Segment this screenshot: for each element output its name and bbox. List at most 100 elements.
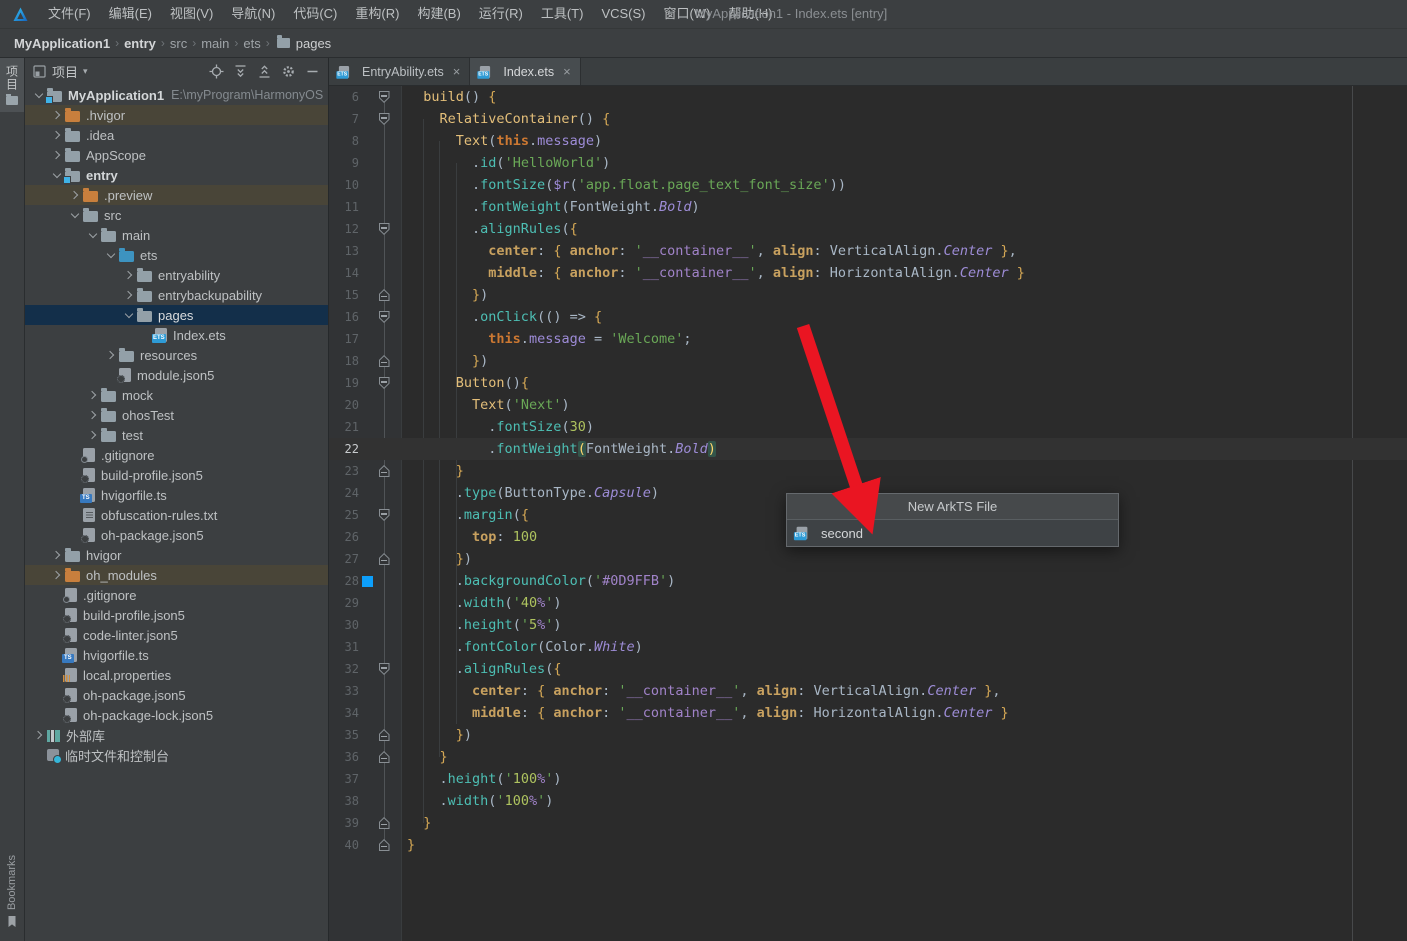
code-line-14[interactable]: 14 middle: { anchor: '__container__', al… [329,262,1407,284]
tree-item-hvigorfile.ts[interactable]: hvigorfile.ts [25,485,328,505]
color-swatch[interactable] [361,575,373,587]
tree-item-entry[interactable]: entry [25,165,328,185]
fold-marker-icon[interactable] [378,839,390,851]
chevron-right-icon[interactable] [31,732,47,738]
code-line-11[interactable]: 11 .fontWeight(FontWeight.Bold) [329,196,1407,218]
project-panel-title[interactable]: 项目 [52,62,78,81]
chevron-right-icon[interactable] [121,292,137,298]
menu-item-T[interactable]: 工具(T) [532,0,593,28]
fold-marker-icon[interactable] [378,113,390,125]
code-line-40[interactable]: 40} [329,834,1407,856]
tree-item-build-profile.json5[interactable]: build-profile.json5 [25,465,328,485]
fold-marker-icon[interactable] [378,751,390,763]
fold-marker-icon[interactable] [378,817,390,829]
code-line-29[interactable]: 29 .width('40%') [329,592,1407,614]
tree-item-entryability[interactable]: entryability [25,265,328,285]
hide-panel-button[interactable] [305,64,320,79]
code-line-31[interactable]: 31 .fontColor(Color.White) [329,636,1407,658]
fold-marker-icon[interactable] [378,465,390,477]
chevron-down-icon[interactable] [85,234,101,237]
fold-marker-icon[interactable] [378,509,390,521]
popup-item-second[interactable]: second [787,520,1118,546]
code-line-12[interactable]: 12 .alignRules({ [329,218,1407,240]
code-line-21[interactable]: 21 .fontSize(30) [329,416,1407,438]
tree-item-src[interactable]: src [25,205,328,225]
code-line-37[interactable]: 37 .height('100%') [329,768,1407,790]
chevron-right-icon[interactable] [121,272,137,278]
stripe-button-project[interactable]: 项目 [0,58,24,112]
code-line-17[interactable]: 17 this.message = 'Welcome'; [329,328,1407,350]
fold-marker-icon[interactable] [378,91,390,103]
code-line-32[interactable]: 32 .alignRules({ [329,658,1407,680]
chevron-right-icon[interactable] [49,132,65,138]
menu-item-VCSS[interactable]: VCS(S) [592,0,654,28]
chevron-down-icon[interactable] [67,214,83,217]
breadcrumb-item-src[interactable]: src [170,36,187,51]
tree-item-code-linter.json5[interactable]: code-linter.json5 [25,625,328,645]
tree-item-oh-package.json5[interactable]: oh-package.json5 [25,525,328,545]
tree-item-.gitignore[interactable]: .gitignore [25,445,328,465]
menu-item-N[interactable]: 导航(N) [222,0,284,28]
fold-marker-icon[interactable] [378,289,390,301]
menu-item-F[interactable]: 文件(F) [39,0,100,28]
tree-item-MyApplication1[interactable]: MyApplication1 E:\myProgram\HarmonyOS [25,85,328,105]
breadcrumb-item-ets[interactable]: ets [243,36,260,51]
tree-item-oh-package.json5[interactable]: oh-package.json5 [25,685,328,705]
code-line-22[interactable]: 22 .fontWeight(FontWeight.Bold) [329,438,1407,460]
code-line-10[interactable]: 10 .fontSize($r('app.float.page_text_fon… [329,174,1407,196]
tab-EntryAbility.ets[interactable]: EntryAbility.ets × [329,58,471,85]
code-line-38[interactable]: 38 .width('100%') [329,790,1407,812]
chevron-right-icon[interactable] [49,112,65,118]
tree-item-hvigor[interactable]: hvigor [25,545,328,565]
code-line-30[interactable]: 30 .height('5%') [329,614,1407,636]
tab-Index.ets[interactable]: Index.ets × [470,58,581,85]
chevron-right-icon[interactable] [67,192,83,198]
tree-item-entrybackupability[interactable]: entrybackupability [25,285,328,305]
fold-marker-icon[interactable] [378,663,390,675]
code-line-20[interactable]: 20 Text('Next') [329,394,1407,416]
code-line-33[interactable]: 33 center: { anchor: '__container__', al… [329,680,1407,702]
chevron-right-icon[interactable] [85,432,101,438]
tree-item-外部库[interactable]: 外部库 [25,725,328,745]
chevron-right-icon[interactable] [85,392,101,398]
code-line-15[interactable]: 15 }) [329,284,1407,306]
tree-item-main[interactable]: main [25,225,328,245]
tree-item-pages[interactable]: pages [25,305,328,325]
breadcrumb-item-pages[interactable]: pages [296,36,331,51]
code-line-35[interactable]: 35 }) [329,724,1407,746]
close-tab-icon[interactable]: × [563,65,571,78]
code-line-34[interactable]: 34 middle: { anchor: '__container__', al… [329,702,1407,724]
fold-marker-icon[interactable] [378,553,390,565]
code-line-16[interactable]: 16 .onClick(() => { [329,306,1407,328]
menu-item-R[interactable]: 运行(R) [470,0,532,28]
close-tab-icon[interactable]: × [453,65,461,78]
chevron-down-icon[interactable]: ▾ [83,66,88,77]
stripe-button-bookmarks[interactable]: Bookmarks [0,848,24,935]
code-line-9[interactable]: 9 .id('HelloWorld') [329,152,1407,174]
menu-item-B[interactable]: 构建(B) [408,0,469,28]
chevron-right-icon[interactable] [49,552,65,558]
code-line-6[interactable]: 6 build() { [329,86,1407,108]
chevron-right-icon[interactable] [103,352,119,358]
tree-item-resources[interactable]: resources [25,345,328,365]
chevron-right-icon[interactable] [49,572,65,578]
collapse-all-button[interactable] [257,64,272,79]
menu-item-E[interactable]: 编辑(E) [100,0,161,28]
chevron-down-icon[interactable] [103,254,119,257]
menu-item-V[interactable]: 视图(V) [161,0,222,28]
code-line-19[interactable]: 19 Button(){ [329,372,1407,394]
tree-item-oh_modules[interactable]: oh_modules [25,565,328,585]
tree-item-obfuscation-rules.txt[interactable]: obfuscation-rules.txt [25,505,328,525]
tree-item-.preview[interactable]: .preview [25,185,328,205]
code-line-13[interactable]: 13 center: { anchor: '__container__', al… [329,240,1407,262]
locate-file-button[interactable] [209,64,224,79]
tree-item-临时文件和控制台[interactable]: 临时文件和控制台 [25,745,328,765]
code-line-7[interactable]: 7 RelativeContainer() { [329,108,1407,130]
expand-all-button[interactable] [233,64,248,79]
tree-item-mock[interactable]: mock [25,385,328,405]
tree-item-.idea[interactable]: .idea [25,125,328,145]
fold-marker-icon[interactable] [378,729,390,741]
tree-item-Index.ets[interactable]: Index.ets [25,325,328,345]
code-line-39[interactable]: 39 } [329,812,1407,834]
code-line-28[interactable]: 28 .backgroundColor('#0D9FFB') [329,570,1407,592]
